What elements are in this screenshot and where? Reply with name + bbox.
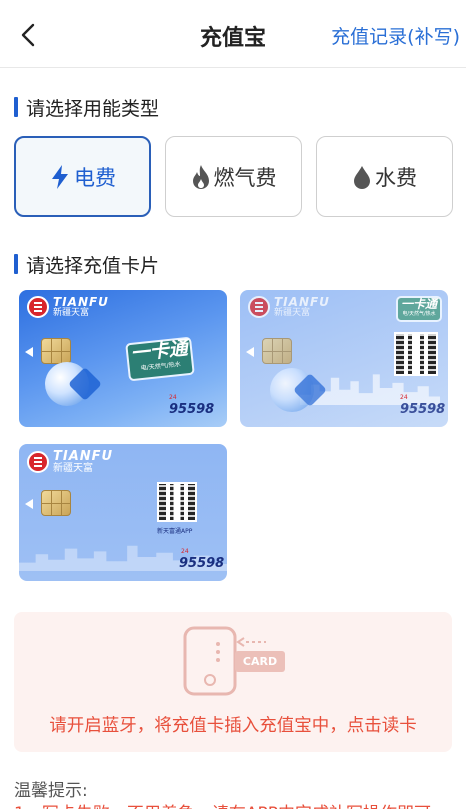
card-section-title: 请选择充值卡片 [14,251,159,278]
chip-icon [41,338,71,364]
tips-line-1: 1、写卡失败，不用着急，请在APP中完成补写操作即可; [14,799,437,809]
energy-option-label: 燃气费 [213,165,277,190]
hotline-prefix: 24 [181,548,189,555]
card-brand: TIANFU 新疆天富 [27,296,109,318]
card-brand-en: TIANFU [53,295,109,309]
energy-option-gas[interactable]: 燃气费 [165,136,302,217]
energy-option-label: 水费 [375,165,417,190]
lightning-icon [52,164,68,189]
card-brand: TIANFU 新疆天富 [27,450,113,474]
tianfu-logo-icon [27,451,49,473]
hotline-prefix: 24 [400,394,408,401]
card-product: 一卡通 [400,297,437,311]
tianfu-logo-icon [27,296,49,318]
card-hotline: 95598 [169,402,215,417]
nav-bar: 充值宝 充值记录(补写) [0,0,466,68]
card-brand-cn: 新疆天富 [53,308,90,318]
insert-arrow-icon [25,347,33,357]
card-brand-en: TIANFU [53,449,114,464]
energy-option-water[interactable]: 水费 [316,136,453,217]
energy-type-section-title: 请选择用能类型 [14,94,159,121]
water-drop-icon [354,165,370,189]
chip-icon [41,490,71,516]
reader-instruction: 请开启蓝牙，将充值卡插入充值宝中，点击读卡 [49,716,417,736]
tips-title: 温馨提示: [14,781,88,801]
card-product-sub: 电/天然气/热水 [402,311,436,317]
card-reader-panel[interactable]: CARD 请开启蓝牙，将充值卡插入充值宝中，点击读卡 [14,612,452,752]
yikatong-badge: 一卡通 电/天然气/热水 [396,296,442,322]
chip-icon [262,338,292,364]
recharge-card-1[interactable]: TIANFU 新疆天富 一卡通 电/天然气/热水 24 95598 [19,290,227,427]
card-brand: TIANFU 新疆天富 [248,296,330,318]
insert-arrow-icon [25,499,33,509]
tianfu-logo-icon [248,296,270,318]
qr-code [157,482,197,522]
card-hotline: 95598 [179,556,225,571]
card-brand-cn: 新疆天富 [53,463,93,474]
insert-arrow-icon [246,347,254,357]
globe-icon [270,368,314,412]
card-word: CARD [242,655,278,668]
flame-icon [192,164,209,189]
energy-option-label: 电费 [74,165,116,190]
recharge-card-2[interactable]: TIANFU 新疆天富 一卡通 电/天然气/热水 24 95598 [240,290,448,427]
hotline-prefix: 24 [169,394,177,401]
qr-code [394,332,438,376]
globe-icon [45,362,89,406]
card-hotline: 95598 [400,402,446,417]
qr-caption: 新天富通APP [157,528,193,535]
card-brand-en: TIANFU [274,295,330,309]
recharge-card-3[interactable]: TIANFU 新疆天富 新天富通APP 24 95598 [19,444,227,581]
yikatong-badge: 一卡通 电/天然气/热水 [125,336,195,382]
recharge-record-link[interactable]: 充值记录(补写) [331,22,460,49]
energy-option-electricity[interactable]: 电费 [14,136,151,217]
card-brand-cn: 新疆天富 [274,308,311,318]
